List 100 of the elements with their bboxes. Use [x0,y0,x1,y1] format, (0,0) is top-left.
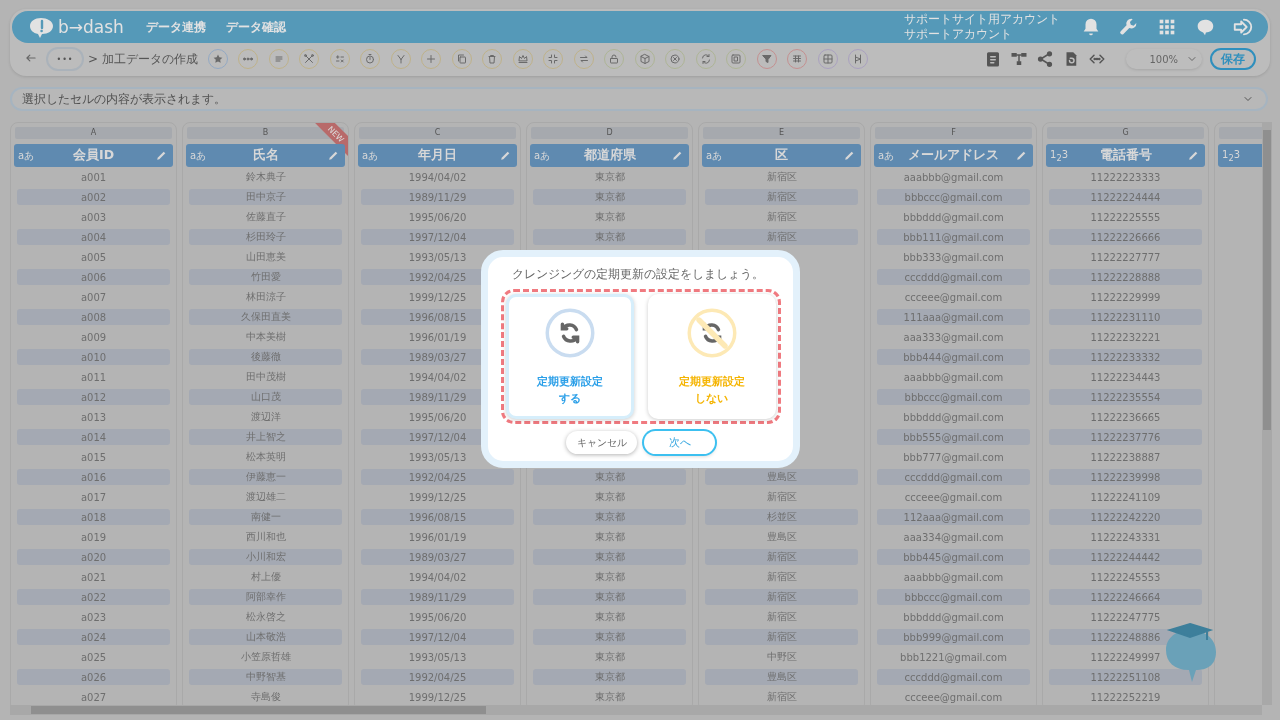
column-letter: D [531,127,688,139]
tool-button[interactable] [756,49,777,69]
pencil-icon[interactable] [327,149,340,162]
table-cell-text: 新宿区 [765,490,798,504]
nav-link[interactable]: データ確認 [225,18,286,36]
table-cell-text: a009 [79,330,108,345]
pencil-icon[interactable] [1187,149,1200,162]
plus-icon [425,53,438,65]
cancel-button[interactable]: キャンセル [566,431,637,454]
tool-button[interactable] [238,49,259,69]
table-cell-text: 11222238887 [1089,450,1162,465]
column-header[interactable]: 1$_{2}$3 [1218,144,1262,167]
tool-button[interactable] [787,49,808,69]
tool-button[interactable] [604,49,625,69]
table-cell-text: 1994/04/02 [407,570,468,585]
logout-icon[interactable] [1232,16,1254,38]
table-cell: 1992/04/25 [361,469,514,485]
column-header[interactable]: aあ メールアドレス [874,144,1033,167]
logo-text: b→dash [58,17,124,37]
table-cell-text: 松永啓之 [244,610,287,624]
table-cell: 11222224444 [1049,189,1202,205]
tool-button[interactable] [848,49,869,69]
table-cell: a016 [17,469,170,485]
vertical-scrollbar[interactable] [1262,122,1272,705]
column-header[interactable]: aあ 都道府県 [530,144,689,167]
cell-content-field[interactable]: 選択したセルの内容が表示されます。 [10,87,1268,111]
horizontal-scrollbar[interactable] [10,705,1262,715]
refresh-icon [699,53,712,65]
table-cell: 1996/08/15 [361,509,514,525]
table-cell: 杉田玲子 [189,229,342,245]
square-icon [730,53,743,65]
pencil-icon[interactable] [499,149,512,162]
tool-button[interactable] [695,49,716,69]
nav-link[interactable]: データ連携 [145,18,206,36]
pencil-icon[interactable] [671,149,684,162]
lock-icon [608,53,621,65]
table-cell: a006 [17,269,170,285]
table-cell-text: 11222227777 [1089,250,1162,265]
table-cell: a004 [17,229,170,245]
pencil-icon[interactable] [155,149,168,162]
option-label: する [558,391,581,406]
table-cell: a018 [17,509,170,525]
table-cell-text: 1994/04/02 [407,170,468,185]
tool-button[interactable] [390,49,411,69]
table-cell: 新宿区 [705,229,858,245]
tool-button[interactable] [665,49,686,69]
tool-button[interactable] [634,49,655,69]
table-cell-text: 小笠原哲雄 [239,650,292,664]
table-cell-text: bbbddd@gmail.com [902,410,1005,425]
type-label: aあ [534,148,551,163]
tool-button[interactable] [421,49,442,69]
table-cell-text: a011 [79,370,108,385]
column-name: 会員ID [73,147,114,164]
table-cell-text: bbbddd@gmail.com [902,210,1005,225]
table-icon [791,53,804,65]
table-cell-text: 松本英明 [244,450,287,464]
option-card[interactable]: 定期更新設定 する [505,294,634,419]
next-button[interactable]: 次へ [644,431,715,454]
table-cell: cccddd@gmail.com [877,669,1030,685]
column-header[interactable]: aあ 区 [702,144,861,167]
pencil-icon[interactable] [1015,149,1028,162]
tool-button[interactable] [329,49,350,69]
table-cell-text: 1995/06/20 [407,610,468,625]
table-cell: 11222242220 [1049,509,1202,525]
share-icon[interactable] [1036,50,1054,68]
tool-button[interactable] [360,49,381,69]
type-label: 1$_{2}$3 [1050,148,1069,163]
type-label: aあ [878,148,895,163]
tool-button[interactable] [299,49,320,69]
hierarchy-icon[interactable] [1010,50,1028,68]
column-header[interactable]: 1$_{2}$3 電話番号 [1046,144,1205,167]
tool-button[interactable] [573,49,594,69]
type-label: aあ [362,148,379,163]
timer-icon [364,53,377,65]
table-cell: 11222226666 [1049,229,1202,245]
column-name: 都道府県 [583,147,636,164]
tool-button[interactable] [482,49,503,69]
clipboard-icon[interactable] [984,50,1002,68]
pencil-icon[interactable] [843,149,856,162]
table-cell: 後藤徹 [189,349,342,365]
more-button[interactable]: ••• [48,49,82,69]
tool-button[interactable] [268,49,289,69]
zoom-select[interactable]: 100% [1126,49,1202,69]
save-button[interactable]: 保存 [1210,48,1256,70]
column-header[interactable]: aあ 年月日 [358,144,517,167]
table-cell: a012 [17,389,170,405]
tool-button[interactable] [726,49,747,69]
tool-button[interactable] [207,49,228,69]
tool-button[interactable] [451,49,472,69]
tool-button[interactable] [512,49,533,69]
column-header[interactable]: aあ 会員ID [14,144,173,167]
table-cell: 11222251108 [1049,669,1202,685]
crown-icon [516,53,529,65]
table-cell-text: 11222229999 [1089,290,1162,305]
tool-button[interactable] [817,49,838,69]
table-cell-text: 新宿区 [765,690,798,704]
table-cell-text: aaabbb@gmail.com [902,170,1005,185]
table-cell: bbb999@gmail.com [877,629,1030,645]
column-header[interactable]: aあ 氏名 [186,144,345,167]
tool-button[interactable] [543,49,564,69]
